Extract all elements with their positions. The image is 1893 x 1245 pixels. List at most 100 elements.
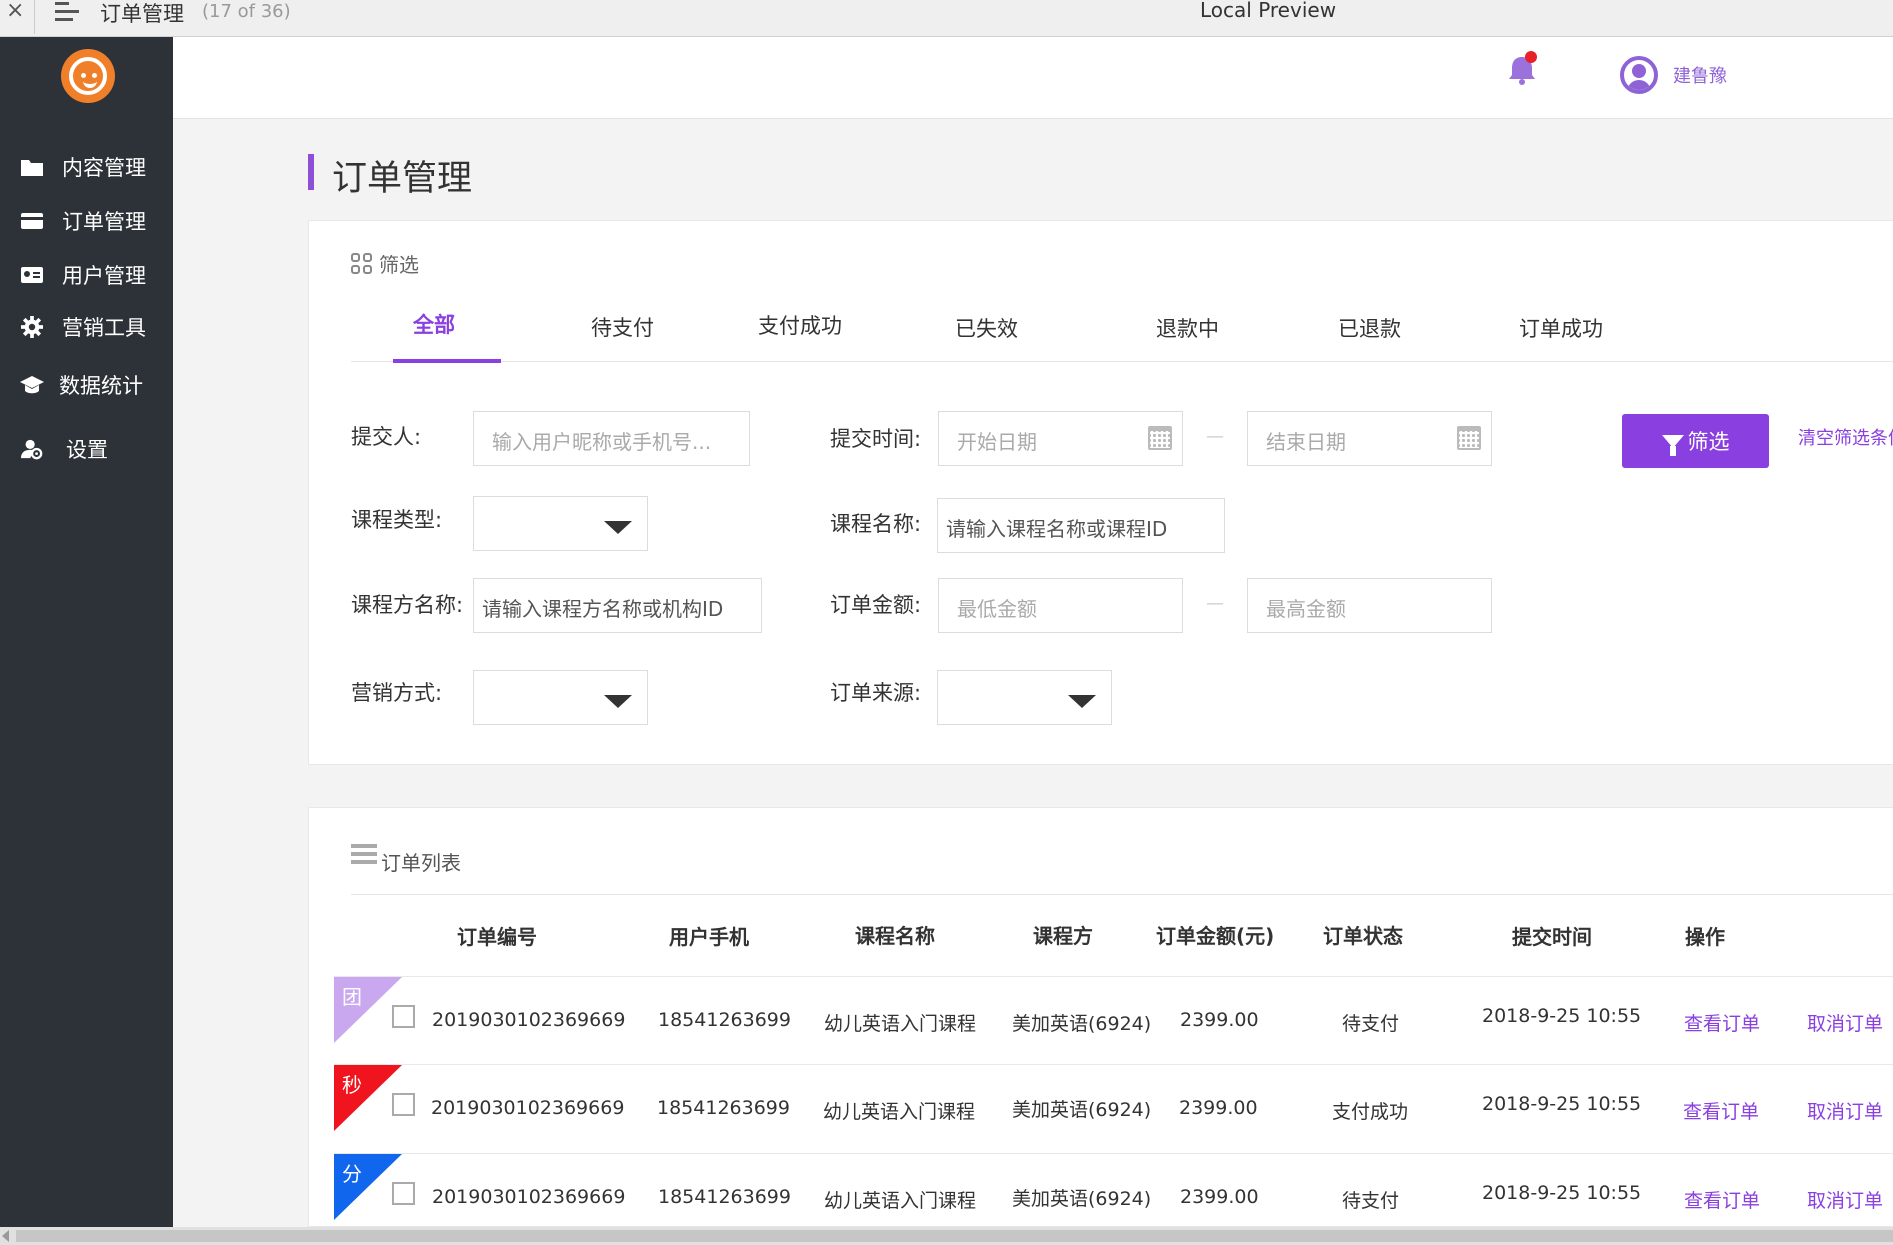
amount-label: 订单金额: [830, 593, 922, 617]
view-order-link[interactable]: 查看订单 [1684, 1186, 1760, 1213]
horizontal-scrollbar[interactable] [0, 1227, 1893, 1245]
scrollbar-thumb[interactable] [16, 1230, 1893, 1242]
course-name: 幼儿英语入门课程 [824, 1013, 977, 1035]
end-date-input[interactable]: 结束日期 [1247, 411, 1492, 466]
order-number: 2019030102369669 [432, 1009, 626, 1031]
caret-down-icon [604, 695, 632, 708]
notification-dot [1525, 51, 1537, 63]
status-tabs: 全部 待支付 支付成功 已失效 退款中 已退款 订单成功 [351, 276, 1893, 363]
date-range-dash: — [1206, 426, 1224, 447]
tab-expired[interactable]: 已失效 [955, 313, 1018, 343]
bell-icon[interactable] [1505, 51, 1539, 87]
sidebar-item-label: 设置 [66, 438, 108, 462]
course-name: 幼儿英语入门课程 [823, 1101, 976, 1123]
order-list-panel: 订单列表 订单编号 用户手机 课程名称 课程方 订单金额(元) 订单状态 提交时… [308, 807, 1893, 1227]
top-header: 建鲁豫 [173, 37, 1893, 119]
order-amount: 2399.00 [1179, 1097, 1258, 1119]
marketing-select[interactable] [473, 670, 648, 725]
end-date-placeholder: 结束日期 [1266, 430, 1346, 454]
course-provider: 美加英语(6924) [1012, 1099, 1152, 1121]
funnel-icon [1661, 435, 1684, 456]
sidebar-item-content[interactable]: 内容管理 [0, 147, 173, 187]
page-title-text: 订单管理 [332, 159, 473, 199]
submit-time: 2018-9-25 10:55 [1482, 1182, 1642, 1204]
column-header: 课程名称 [855, 924, 935, 948]
min-amount-input[interactable]: 最低金额 [938, 578, 1183, 633]
tab-all[interactable]: 全部 [413, 309, 455, 339]
cancel-order-link[interactable]: 取消订单 [1807, 1186, 1883, 1213]
sidebar-item-statistics[interactable]: 数据统计 [0, 365, 173, 405]
order-list-heading-text: 订单列表 [381, 851, 461, 875]
source-select[interactable] [937, 670, 1112, 725]
sidebar-item-label: 内容管理 [62, 156, 146, 180]
order-number: 2019030102369669 [431, 1097, 625, 1119]
user-phone: 18541263699 [658, 1009, 791, 1031]
calendar-icon[interactable] [1457, 426, 1481, 450]
tab-pending-payment[interactable]: 待支付 [591, 312, 654, 342]
hamburger-menu-icon[interactable] [55, 2, 79, 26]
view-order-link[interactable]: 查看订单 [1684, 1009, 1760, 1036]
preview-titlebar: × 订单管理 (17 of 36) Local Preview [0, 0, 1893, 37]
calendar-icon[interactable] [1148, 426, 1172, 450]
filter-button[interactable]: 筛选 [1622, 414, 1769, 468]
document-title: 订单管理 [100, 2, 184, 26]
column-header: 提交时间 [1512, 925, 1592, 949]
cancel-order-link[interactable]: 取消订单 [1807, 1097, 1883, 1124]
grid-icon [351, 253, 373, 275]
table-row: 团 2019030102369669 18541263699 幼儿英语入门课程 … [334, 976, 1893, 1066]
row-checkbox[interactable] [392, 1093, 415, 1116]
course-type-select[interactable] [473, 496, 648, 551]
course-type-label: 课程类型: [351, 508, 443, 532]
amount-range-dash: — [1206, 593, 1224, 614]
username[interactable]: 建鲁豫 [1673, 62, 1727, 88]
sidebar-item-label: 用户管理 [62, 264, 146, 288]
column-header: 订单状态 [1323, 924, 1403, 948]
scroll-left-arrow-icon[interactable] [2, 1230, 9, 1242]
caret-down-icon [1068, 695, 1096, 708]
tab-refunded[interactable]: 已退款 [1338, 313, 1401, 343]
card-icon [21, 213, 43, 229]
order-tag: 团 [342, 985, 362, 1009]
user-phone: 18541263699 [657, 1097, 790, 1119]
sidebar-item-orders[interactable]: 订单管理 [0, 201, 173, 241]
sidebar-item-label: 营销工具 [62, 316, 146, 340]
max-amount-input[interactable]: 最高金额 [1247, 578, 1492, 633]
logo-icon[interactable] [61, 49, 115, 103]
close-icon[interactable]: × [6, 0, 24, 22]
row-checkbox[interactable] [392, 1005, 415, 1028]
marketing-label: 营销方式: [351, 681, 443, 705]
course-name-input[interactable]: 请输入课程名称或课程ID [937, 498, 1225, 553]
avatar[interactable] [1620, 56, 1658, 94]
submitter-input[interactable]: 输入用户昵称或手机号... [473, 411, 750, 466]
clear-filters-link[interactable]: 清空筛选条件 [1798, 424, 1893, 450]
order-list-heading: 订单列表 [351, 844, 461, 876]
row-checkbox[interactable] [392, 1182, 415, 1205]
tab-order-success[interactable]: 订单成功 [1519, 313, 1603, 343]
user-phone: 18541263699 [658, 1186, 791, 1208]
column-header: 操作 [1685, 925, 1725, 949]
view-order-link[interactable]: 查看订单 [1683, 1097, 1759, 1124]
sidebar-item-settings[interactable]: 设置 [0, 429, 173, 469]
order-status: 支付成功 [1332, 1101, 1409, 1123]
source-label: 订单来源: [830, 681, 922, 705]
document-count: (17 of 36) [202, 1, 291, 22]
sidebar: 内容管理 订单管理 用户管理 营销工具 数据统计 设置 [0, 37, 173, 1227]
filter-panel: 筛选 全部 待支付 支付成功 已失效 退款中 已退款 订单成功 提交人: 输入用… [308, 220, 1893, 765]
column-header: 订单编号 [457, 925, 537, 949]
provider-label: 课程方名称: [351, 593, 464, 617]
submit-time: 2018-9-25 10:55 [1482, 1005, 1642, 1027]
id-card-icon [21, 267, 43, 283]
order-amount: 2399.00 [1180, 1186, 1259, 1208]
course-provider: 美加英语(6924) [1012, 1188, 1152, 1210]
folder-icon [21, 160, 43, 176]
sidebar-item-users[interactable]: 用户管理 [0, 255, 173, 295]
tab-refunding[interactable]: 退款中 [1156, 313, 1219, 343]
start-date-input[interactable]: 开始日期 [938, 411, 1183, 466]
tab-payment-success[interactable]: 支付成功 [758, 310, 842, 340]
cancel-order-link[interactable]: 取消订单 [1807, 1009, 1883, 1036]
provider-input[interactable]: 请输入课程方名称或机构ID [473, 578, 762, 633]
column-header: 订单金额(元) [1156, 924, 1275, 948]
divider [351, 894, 1893, 895]
sidebar-item-marketing[interactable]: 营销工具 [0, 307, 173, 347]
user-settings-icon [21, 439, 43, 460]
